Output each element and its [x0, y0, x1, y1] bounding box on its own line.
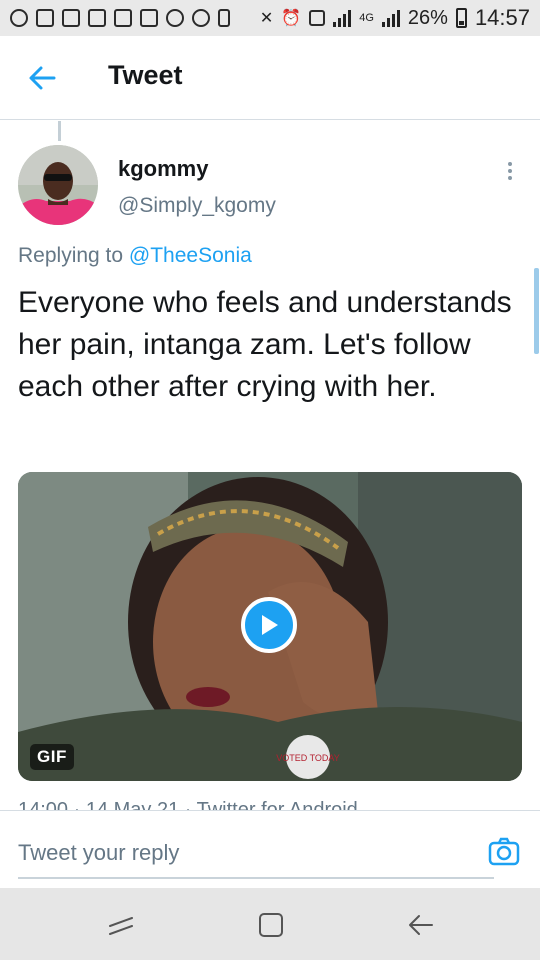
- gmail-icon: [88, 9, 106, 27]
- top-app-bar: Tweet: [0, 36, 540, 120]
- gallery-icon: [114, 9, 132, 27]
- author-name[interactable]: kgommy: [118, 156, 208, 182]
- tweet-timestamp: 14:00 · 14 May 21 · Twitter for Android: [18, 799, 358, 810]
- whatsapp-icon: [10, 9, 28, 27]
- back-nav-icon[interactable]: [406, 910, 436, 940]
- status-bar: ✕ ⏰ 4G 26% 14:57: [0, 0, 540, 36]
- home-icon[interactable]: [256, 910, 286, 940]
- battery-icon: [455, 8, 467, 28]
- replying-prefix: Replying to: [18, 244, 124, 267]
- alarm-icon: ⏰: [281, 10, 302, 27]
- reply-input[interactable]: [18, 829, 494, 879]
- more-options-icon[interactable]: [500, 158, 520, 184]
- back-arrow-icon[interactable]: [28, 64, 56, 92]
- sync-icon: [166, 9, 184, 27]
- sim-icon: [309, 10, 326, 26]
- battery-percent: 26%: [407, 6, 448, 29]
- mute-icon: ✕: [259, 10, 274, 27]
- clock: 14:57: [474, 5, 530, 30]
- play-icon: [262, 615, 278, 635]
- scroll-indicator: [534, 268, 539, 354]
- signal-icon: [381, 9, 400, 27]
- page-title: Tweet: [108, 60, 183, 90]
- notification-icons: [10, 9, 230, 27]
- play-button[interactable]: [241, 597, 297, 653]
- network-type: 4G: [359, 11, 374, 24]
- sync-icon: [192, 9, 210, 27]
- gif-badge: GIF: [30, 744, 74, 770]
- signal-icon: [333, 9, 352, 27]
- reply-bar: [0, 810, 540, 889]
- replying-to: Replying to @TheeSonia: [18, 244, 252, 268]
- sd-card-icon: [218, 9, 230, 27]
- system-indicators: ✕ ⏰ 4G 26% 14:57: [260, 5, 530, 31]
- avatar[interactable]: [18, 145, 98, 225]
- replying-to-mention-link[interactable]: @TheeSonia: [129, 244, 252, 267]
- gmail-icon: [62, 9, 80, 27]
- wifi-hotspot-icon: [140, 9, 158, 27]
- camera-icon[interactable]: [488, 835, 520, 867]
- author-handle[interactable]: @Simply_kgomy: [118, 194, 276, 218]
- tweet-text: Everyone who feels and understands her p…: [18, 286, 512, 403]
- tweet-media-gif[interactable]: VOTED TODAY GIF: [18, 472, 522, 781]
- thread-connector: [58, 121, 61, 141]
- image-icon: [36, 9, 54, 27]
- system-navigation-bar: [0, 888, 540, 960]
- voted-sticker-text: VOTED TODAY: [276, 753, 340, 763]
- recent-apps-icon[interactable]: [106, 910, 136, 940]
